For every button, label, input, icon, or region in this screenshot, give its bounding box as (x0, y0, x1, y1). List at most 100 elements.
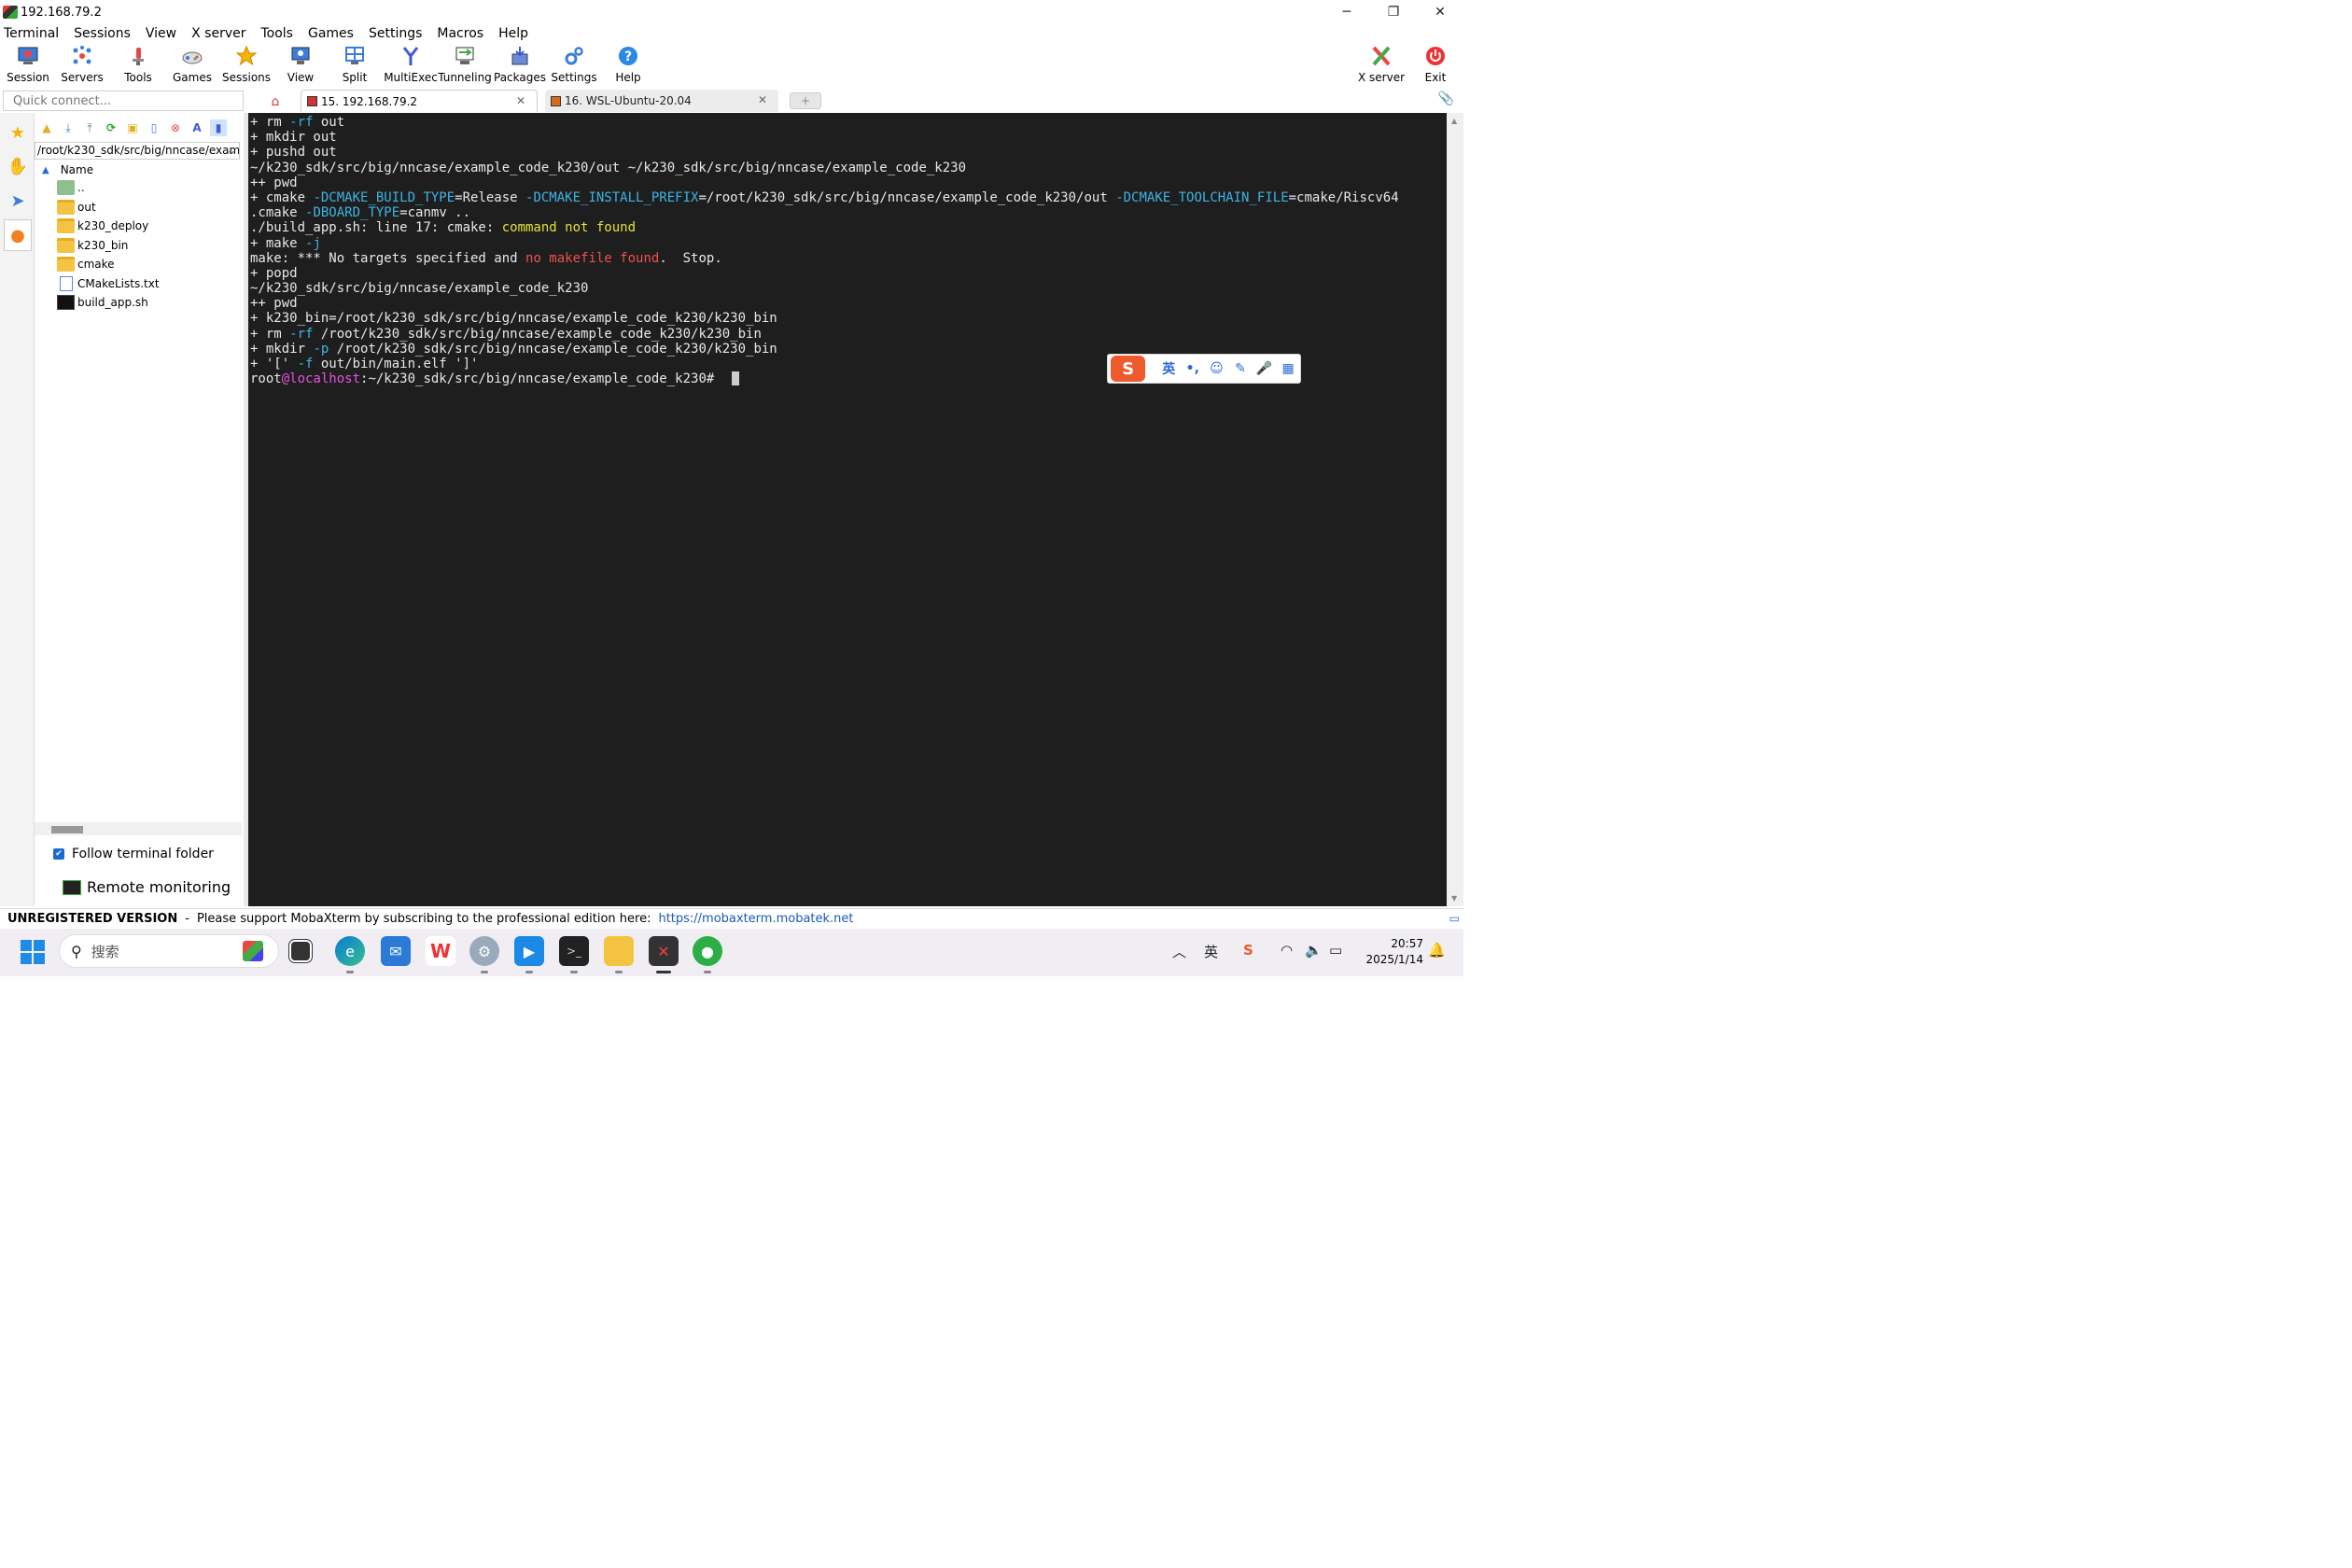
ime-mode-icon[interactable]: 英 (1204, 942, 1218, 961)
view-button[interactable]: View (280, 43, 321, 86)
file-row-parent[interactable]: .. (57, 178, 85, 196)
tunneling-button[interactable]: Tunneling (438, 43, 492, 86)
servers-button[interactable]: Servers (61, 43, 104, 86)
file-row-cmake[interactable]: cmake (57, 255, 115, 273)
close-tab-icon[interactable]: ✕ (758, 93, 767, 106)
quick-connect-input[interactable] (3, 91, 244, 111)
download-icon[interactable]: ⤓ (60, 119, 77, 136)
menu-help[interactable]: Help (495, 26, 536, 41)
session-button[interactable]: Session (7, 43, 49, 86)
volume-icon[interactable]: 🔈 (1305, 942, 1323, 959)
wechat-icon[interactable]: ● (693, 936, 722, 966)
sogou-tray-icon[interactable]: S (1243, 942, 1253, 959)
menu-macros[interactable]: Macros (433, 26, 491, 41)
minimize-button[interactable]: ─ (1323, 0, 1370, 24)
exit-button[interactable]: Exit (1419, 43, 1452, 86)
mail-app-icon[interactable]: ✉ (381, 936, 411, 966)
file-row-k230-bin[interactable]: k230_bin (57, 236, 128, 254)
battery-icon[interactable]: ▭ (1329, 942, 1342, 959)
settings-gear-icon[interactable]: ⚙ (469, 936, 499, 966)
permissions-icon[interactable]: ▮ (210, 119, 227, 136)
home-tab[interactable]: ⌂ (261, 91, 289, 112)
chevron-down-icon[interactable]: ⌄ (227, 144, 236, 157)
windows-start-icon[interactable] (21, 940, 45, 964)
tools-button[interactable]: Tools (118, 43, 159, 86)
sidebar-tools[interactable]: ✋ (4, 150, 32, 182)
taskbar-clock[interactable]: 20:57 2025/1/14 (1358, 936, 1423, 968)
split-button[interactable]: Split (334, 43, 375, 86)
sidebar-macros[interactable]: ➤ (4, 185, 32, 217)
help-button[interactable]: ? Help (609, 43, 648, 86)
new-file-icon[interactable]: ▯ (146, 119, 162, 136)
close-button[interactable]: ✕ (1417, 0, 1463, 24)
games-button[interactable]: Games (172, 43, 213, 86)
checkbox-checked-icon[interactable]: ✔ (53, 848, 64, 860)
feishu-app-icon[interactable]: ▶ (514, 936, 544, 966)
tab-session-15[interactable]: 15. 192.168.79.2 ✕ (301, 90, 538, 112)
scroll-up-icon[interactable]: ▲ (1451, 117, 1457, 125)
terminal-app-icon[interactable]: >_ (559, 936, 589, 966)
sogou-logo-icon[interactable]: S (1111, 356, 1146, 382)
terminal-text-segment: -f (297, 357, 314, 371)
chevron-up-icon[interactable]: ︿ (1172, 942, 1186, 961)
settings-button[interactable]: Settings (551, 43, 597, 86)
follow-terminal-folder-checkbox[interactable]: ✔ Follow terminal folder (53, 847, 214, 861)
file-row-cmakelists[interactable]: CMakeLists.txt (57, 274, 160, 292)
terminal-area[interactable]: + rm -rf out + mkdir out + pushd out ~/k230… (248, 113, 1447, 906)
refresh-icon[interactable]: ⟳ (103, 119, 119, 136)
ime-punctuation-icon[interactable]: •, (1181, 361, 1205, 376)
sessions-button[interactable]: Sessions (222, 43, 271, 86)
terminal-text-segment: out/bin/main.elf ']' (313, 357, 479, 371)
mobaxterm-link[interactable]: https://mobaxterm.mobatek.net (658, 912, 853, 926)
new-folder-icon[interactable]: ▣ (124, 119, 141, 136)
terminal-text-segment: =canmv .. (399, 205, 471, 221)
menu-view[interactable]: View (142, 26, 184, 41)
monitor-status-icon[interactable]: ▭ (1449, 912, 1460, 925)
menu-x-server[interactable]: X server (188, 26, 253, 41)
ime-toolbox-icon[interactable]: ▦ (1276, 361, 1300, 376)
menu-tools[interactable]: Tools (257, 26, 301, 41)
terminal-vscrollbar[interactable]: ▲ ▼ (1447, 113, 1463, 906)
file-row-k230-deploy[interactable]: k230_deploy (57, 217, 148, 234)
upload-icon[interactable]: ⤒ (81, 119, 98, 136)
remote-path-field[interactable]: /root/k230_sdk/src/big/nncase/example_co… (35, 142, 240, 160)
scrollbar-thumb[interactable] (51, 826, 83, 833)
file-explorer-icon[interactable] (604, 936, 634, 966)
delete-icon[interactable]: ⊗ (167, 119, 184, 136)
menu-games[interactable]: Games (304, 26, 361, 41)
x-server-button[interactable]: X server (1357, 43, 1406, 86)
menu-settings[interactable]: Settings (365, 26, 429, 41)
attachment-icon[interactable]: 📎 (1438, 91, 1454, 106)
wifi-icon[interactable]: ◠ (1281, 942, 1293, 959)
multiexec-button[interactable]: MultiExec (384, 43, 438, 86)
taskbar-search[interactable]: ⚲ 搜索 (59, 934, 279, 968)
task-view-icon[interactable] (288, 939, 313, 963)
remote-monitoring-button[interactable]: Remote monitoring (63, 878, 231, 896)
ime-emoji-icon[interactable]: ☺ (1205, 361, 1229, 376)
packages-button[interactable]: Packages (494, 43, 546, 86)
ime-handwriting-icon[interactable]: ✎ (1228, 361, 1253, 376)
menu-sessions[interactable]: Sessions (70, 26, 138, 41)
file-list-header[interactable]: ▲ Name (42, 163, 93, 176)
rename-icon[interactable]: A (189, 119, 205, 136)
new-tab-button[interactable]: + (790, 92, 821, 109)
ime-voice-icon[interactable]: 🎤 (1253, 361, 1277, 376)
wps-office-icon[interactable]: W (426, 936, 455, 966)
sidebar-sftp[interactable]: ● (4, 219, 32, 251)
running-indicator (615, 971, 623, 973)
mobaxterm-taskbar-icon[interactable]: ✕ (649, 936, 679, 966)
notification-bell-icon[interactable]: 🔔 (1428, 942, 1446, 959)
file-row-out[interactable]: out (57, 198, 96, 216)
maximize-button[interactable]: ❐ (1370, 0, 1417, 24)
file-row-build-app[interactable]: build_app.sh (57, 293, 148, 311)
menu-terminal[interactable]: Terminal (0, 26, 66, 41)
scroll-down-icon[interactable]: ▼ (1451, 894, 1457, 903)
parent-folder-icon[interactable]: ▲ (38, 119, 55, 136)
ime-language-toggle[interactable]: 英 (1156, 359, 1181, 378)
close-tab-icon[interactable]: ✕ (516, 94, 525, 107)
file-browser-hscrollbar[interactable] (35, 822, 242, 835)
sidebar-sessions-star[interactable]: ★ (4, 117, 32, 148)
window-title: 192.168.79.2 (21, 5, 102, 20)
edge-browser-icon[interactable]: e (335, 936, 365, 966)
tab-session-16[interactable]: 16. WSL-Ubuntu-20.04 ✕ (545, 90, 778, 112)
